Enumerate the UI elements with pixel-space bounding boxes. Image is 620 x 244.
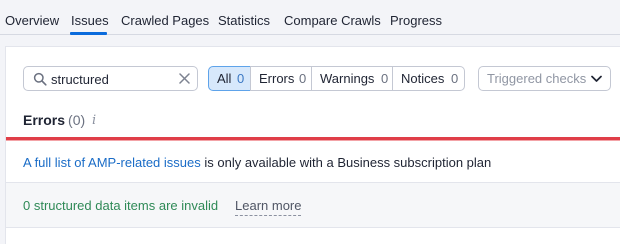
active-tab-indicator bbox=[70, 32, 107, 35]
filter-all-label: All bbox=[217, 71, 232, 86]
tab-compare-crawls[interactable]: Compare Crawls bbox=[284, 13, 381, 29]
learn-more-link[interactable]: Learn more bbox=[235, 198, 302, 216]
tab-bar: Overview Issues Crawled Pages Statistics… bbox=[0, 0, 620, 35]
filter-all-button[interactable]: All 0 bbox=[208, 66, 251, 91]
search-input[interactable] bbox=[51, 70, 171, 88]
info-icon[interactable]: i bbox=[92, 113, 96, 128]
filter-errors-label: Errors bbox=[259, 71, 295, 86]
filter-notices-count: 0 bbox=[451, 71, 459, 86]
filter-warnings-button[interactable]: Warnings 0 bbox=[311, 66, 393, 91]
close-icon[interactable] bbox=[179, 73, 190, 84]
amp-notice-text: is only available with a Business subscr… bbox=[200, 155, 492, 170]
triggered-checks-placeholder: Triggered checks bbox=[487, 71, 587, 86]
tab-progress[interactable]: Progress bbox=[390, 13, 442, 29]
tab-issues[interactable]: Issues bbox=[71, 13, 109, 29]
tab-overview[interactable]: Overview bbox=[5, 13, 59, 29]
filter-warnings-label: Warnings bbox=[320, 71, 375, 86]
triggered-checks-dropdown[interactable]: Triggered checks bbox=[478, 66, 611, 91]
section-heading: Errors (0) bbox=[23, 111, 85, 129]
filter-warnings-count: 0 bbox=[381, 71, 389, 86]
filter-all-count: 0 bbox=[237, 71, 245, 86]
error-severity-bar bbox=[6, 137, 620, 141]
tab-statistics[interactable]: Statistics bbox=[218, 13, 270, 29]
filter-errors-button[interactable]: Errors 0 bbox=[250, 66, 312, 91]
amp-issues-link[interactable]: A full list of AMP-related issues bbox=[23, 155, 201, 170]
tab-crawled-pages[interactable]: Crawled Pages bbox=[121, 13, 209, 29]
chevron-down-icon bbox=[591, 75, 602, 82]
section-title: Errors bbox=[23, 112, 66, 128]
section-count: (0) bbox=[68, 112, 86, 128]
search-icon bbox=[33, 72, 47, 86]
amp-notice: A full list of AMP-related issues is onl… bbox=[23, 155, 491, 171]
filter-notices-label: Notices bbox=[401, 71, 445, 86]
summary-status: 0 structured data items are invalid bbox=[23, 198, 219, 213]
search-box[interactable] bbox=[23, 66, 198, 91]
filter-errors-count: 0 bbox=[299, 71, 307, 86]
filter-notices-button[interactable]: Notices 0 bbox=[392, 66, 465, 91]
issues-panel: All 0 Errors 0 Warnings 0 Notices 0 Trig… bbox=[5, 46, 620, 244]
